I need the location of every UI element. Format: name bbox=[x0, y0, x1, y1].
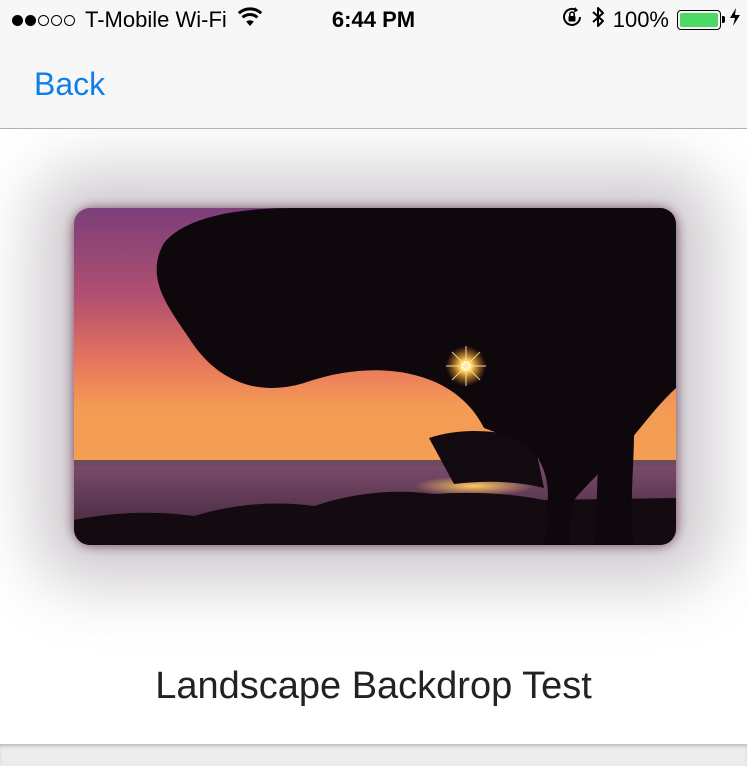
screen-title: Landscape Backdrop Test bbox=[155, 665, 592, 707]
orientation-lock-icon bbox=[561, 6, 583, 34]
bottom-divider bbox=[0, 744, 747, 766]
charging-bolt-icon bbox=[729, 7, 741, 33]
navigation-bar: Back bbox=[0, 40, 747, 129]
sunset-tree-image bbox=[74, 208, 676, 545]
back-button[interactable]: Back bbox=[34, 64, 105, 104]
status-bar: T-Mobile Wi-Fi 6:44 PM 100% bbox=[0, 0, 747, 40]
battery-icon bbox=[677, 10, 725, 30]
landscape-photo bbox=[74, 208, 676, 545]
backdrop-content: Landscape Backdrop Test bbox=[0, 129, 747, 744]
battery-percent: 100% bbox=[612, 7, 669, 32]
status-right: 100% bbox=[553, 6, 741, 34]
battery-fill bbox=[680, 13, 718, 27]
bluetooth-icon bbox=[591, 5, 605, 35]
